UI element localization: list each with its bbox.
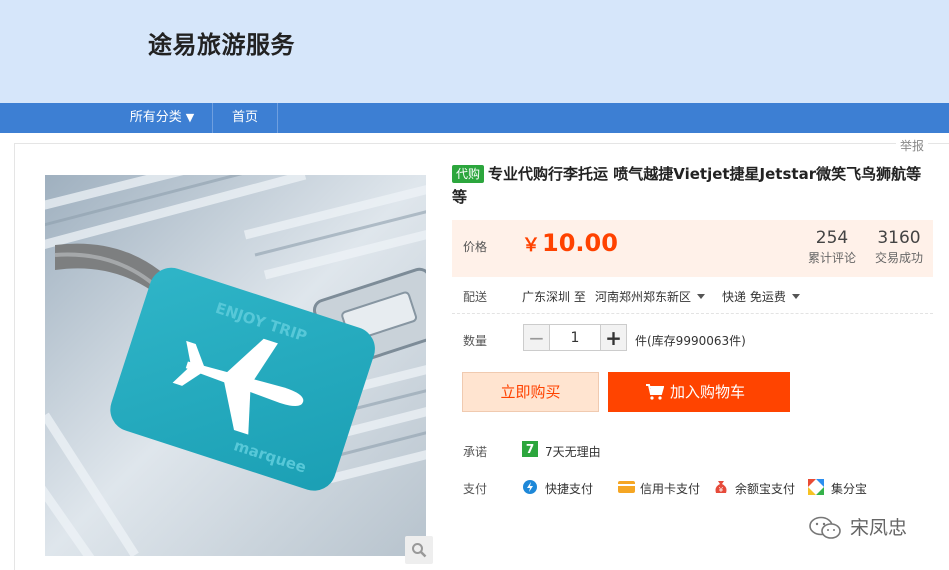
nav-all-categories[interactable]: 所有分类 ▼ bbox=[112, 103, 213, 133]
shipping-to-word: 至 bbox=[573, 290, 586, 304]
shop-header: 途易旅游服务 bbox=[0, 0, 949, 103]
product-image[interactable]: ENJOY TRIP marquee bbox=[45, 175, 426, 556]
shipping-destination-select[interactable]: 河南郑州郑东新区 bbox=[595, 288, 706, 305]
payment-label: 支付 bbox=[463, 482, 488, 496]
shipping-destination: 河南郑州郑东新区 bbox=[595, 290, 692, 304]
shop-name[interactable]: 途易旅游服务 bbox=[148, 25, 295, 60]
shipping-from: 广东深圳 bbox=[522, 290, 571, 304]
caret-down-icon bbox=[697, 294, 706, 299]
watermark-text: 宋凤忠 bbox=[850, 517, 908, 539]
shipping-method-select[interactable]: 快递 免运费 bbox=[722, 288, 800, 305]
shipping-method: 快递 免运费 bbox=[722, 290, 786, 304]
credit-card-icon bbox=[618, 479, 635, 499]
caret-down-icon bbox=[791, 294, 800, 299]
buy-now-button[interactable]: 立即购买 bbox=[462, 372, 599, 412]
magnifier-icon bbox=[412, 543, 427, 558]
seven-day-return-text[interactable]: 7天无理由 bbox=[545, 443, 601, 460]
quantity-decrease-button[interactable]: − bbox=[523, 324, 550, 351]
svg-text:¥: ¥ bbox=[719, 486, 724, 494]
nav-bar: 所有分类 ▼ 首页 bbox=[0, 103, 949, 133]
quantity-increase-button[interactable]: + bbox=[600, 324, 627, 351]
add-to-cart-button[interactable]: 加入购物车 bbox=[608, 372, 790, 412]
payment-yuebao[interactable]: 余额宝支付 bbox=[735, 480, 795, 497]
review-count-value: 254 bbox=[815, 228, 849, 248]
luggage-tag-photo: ENJOY TRIP marquee bbox=[45, 175, 426, 556]
sales-count-value: 3160 bbox=[877, 228, 921, 248]
divider bbox=[452, 313, 933, 314]
payment-quick[interactable]: 快捷支付 bbox=[545, 480, 593, 497]
price-value: 10.00 bbox=[542, 229, 618, 257]
triangle-down-icon: ▼ bbox=[185, 111, 195, 124]
report-link[interactable]: 举报 bbox=[896, 137, 929, 154]
seven-day-return-icon: 7 bbox=[522, 441, 538, 457]
nav-home[interactable]: 首页 bbox=[213, 103, 278, 133]
nav-all-categories-label: 所有分类 bbox=[129, 110, 182, 125]
quantity-label: 数量 bbox=[463, 334, 488, 348]
review-count-label: 累计评论 bbox=[807, 251, 856, 265]
yuebao-icon: ¥ bbox=[713, 479, 729, 499]
product-title: 代购 专业代购行李托运 喷气越捷Vietjet捷星Jetstar微笑飞鸟狮航等等 bbox=[452, 163, 932, 209]
wechat-icon bbox=[808, 516, 844, 544]
sales-count-label: 交易成功 bbox=[874, 251, 923, 265]
jifenbao-icon bbox=[808, 479, 824, 499]
review-count[interactable]: 254 累计评论 bbox=[802, 227, 862, 266]
stock-text: 件(库存9990063件) bbox=[635, 334, 746, 348]
cart-icon bbox=[646, 384, 664, 400]
product-title-text: 专业代购行李托运 喷气越捷Vietjet捷星Jetstar微笑飞鸟狮航等等 bbox=[452, 165, 922, 206]
shipping-origin: 广东深圳 至 bbox=[522, 288, 586, 305]
zoom-button[interactable] bbox=[405, 536, 433, 564]
payment-credit-card[interactable]: 信用卡支付 bbox=[640, 480, 700, 497]
proxy-badge: 代购 bbox=[452, 165, 485, 183]
add-to-cart-label: 加入购物车 bbox=[670, 383, 746, 401]
sales-count: 3160 交易成功 bbox=[868, 227, 930, 266]
quick-pay-icon bbox=[522, 479, 538, 499]
quantity-input[interactable] bbox=[550, 324, 600, 351]
payment-jifenbao[interactable]: 集分宝 bbox=[831, 480, 867, 497]
currency-symbol: ￥ bbox=[522, 235, 540, 256]
price: ￥10.00 bbox=[522, 229, 618, 257]
price-label: 价格 bbox=[463, 240, 488, 254]
shipping-label: 配送 bbox=[463, 290, 488, 304]
promise-label: 承诺 bbox=[463, 445, 488, 459]
